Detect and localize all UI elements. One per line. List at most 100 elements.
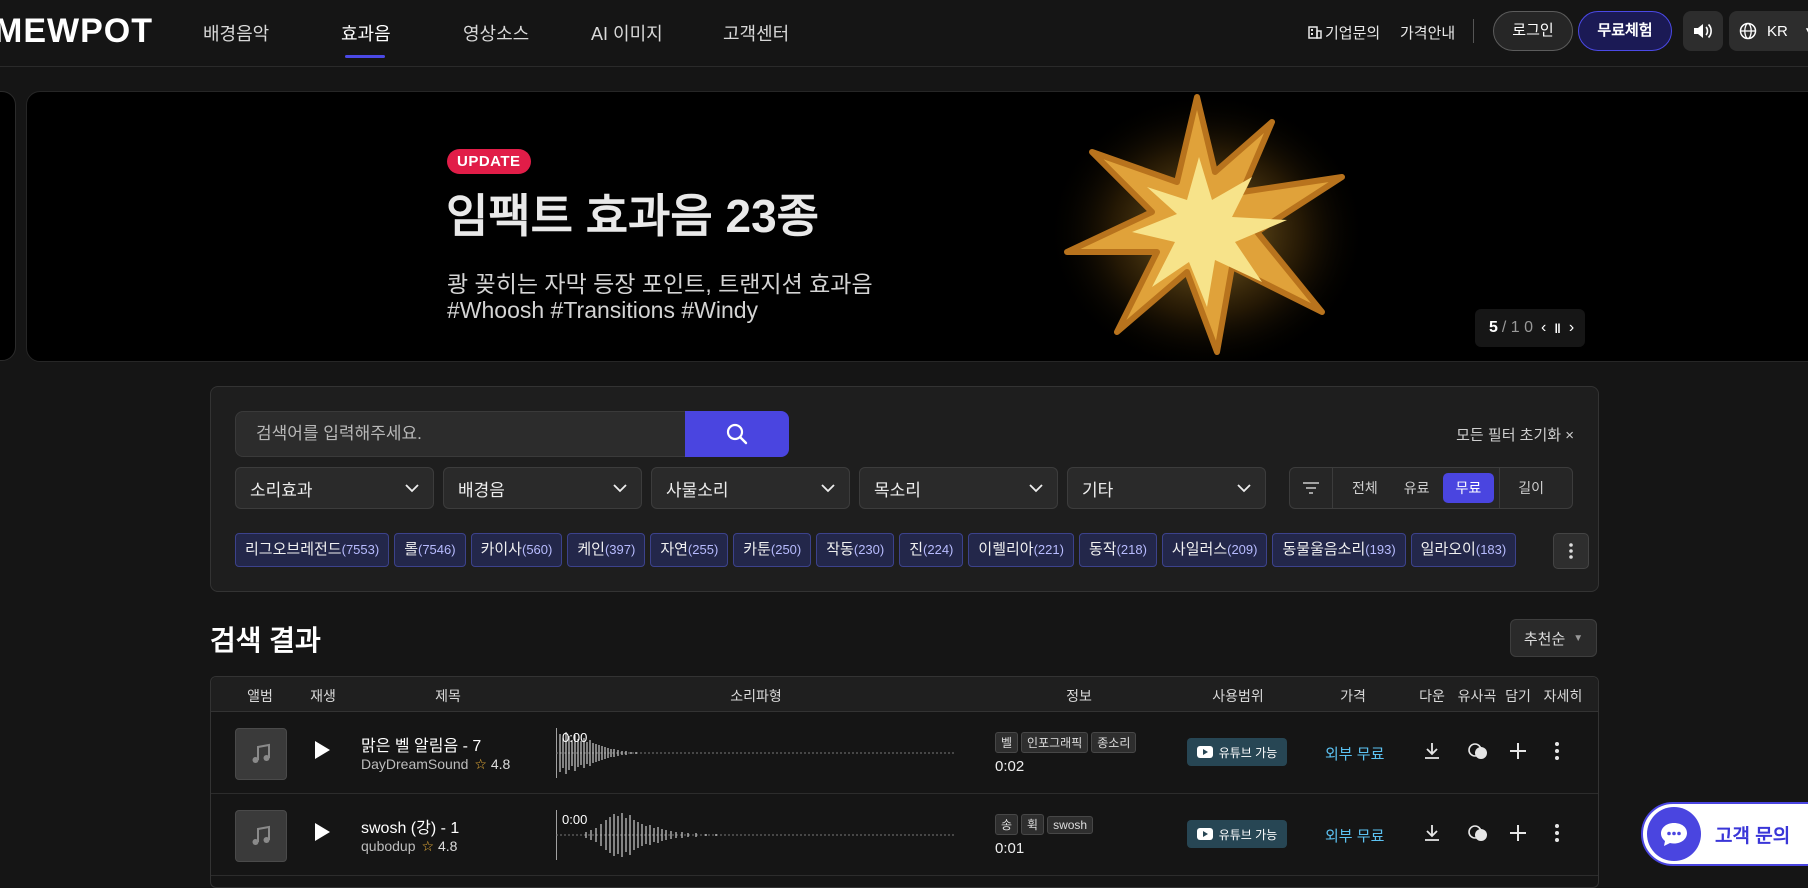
language-select[interactable]: KR ▼ [1729,11,1808,51]
chevron-left-icon[interactable]: ‹ [1541,319,1546,337]
dropdown-sound-effect[interactable]: 소리효과 [235,467,434,509]
chevron-down-icon [1237,483,1251,492]
track-title[interactable]: swosh (강) - 1 [361,814,459,838]
track-title[interactable]: 맑은 벨 알림음 - 7 [361,732,481,756]
price-filter-free[interactable]: 무료 [1442,473,1495,503]
chip-label: 일라오이 [1420,541,1476,558]
login-button[interactable]: 로그인 [1493,11,1573,51]
download-icon[interactable] [1422,823,1442,843]
price-filter-all[interactable]: 전체 [1339,473,1391,503]
nav-item-support[interactable]: 고객센터 [723,20,789,46]
play-icon[interactable] [312,821,332,843]
track-tag[interactable]: 휙 [1021,814,1045,835]
logo[interactable]: MEWPOT [0,12,153,51]
album-thumbnail[interactable] [235,728,287,780]
reset-filters-button[interactable]: 모든 필터 초기화 × [1456,424,1574,445]
add-icon[interactable] [1508,823,1528,843]
price-filter-group: 전체 유료 무료 길이 [1289,467,1573,509]
col-play: 재생 [310,688,336,704]
tag-chip[interactable]: 카툰(250) [733,533,812,567]
pause-icon[interactable]: ‖ [1554,321,1560,336]
banner-total: / 1 0 [1501,319,1534,336]
tag-chip[interactable]: 리그오브레전드(7553) [235,533,390,567]
language-label: KR [1767,22,1788,40]
similar-icon[interactable] [1467,823,1489,843]
banner-prev-slide[interactable] [0,91,16,361]
table-header: 앨범 재생 제목 소리파형 정보 사용범위 가격 다운 유사곡 담기 자세히 [211,677,1598,712]
table-row: swosh (강) - 1 qubodup ☆ 4.8 0:00 송 휙 swosh [211,794,1598,876]
chevron-right-icon[interactable]: › [1569,319,1574,337]
music-note-icon [252,825,270,845]
track-tag[interactable]: 종소리 [1091,732,1137,753]
banner-hashtags: #Whoosh #Transitions #Windy [447,297,759,323]
chip-count: (209) [1227,542,1258,557]
dropdown-etc[interactable]: 기타 [1067,467,1266,509]
free-trial-button[interactable]: 무료체험 [1578,11,1672,51]
similar-icon[interactable] [1467,741,1489,761]
col-info: 정보 [1066,688,1092,704]
hero-banner[interactable]: UPDATE 임팩트 효과음 23종 쾅 꽂히는 자막 등장 포인트, 트랜지션… [26,91,1808,362]
tag-chip[interactable]: 일라오이(183) [1410,533,1517,567]
more-tags-button[interactable] [1553,533,1589,569]
tag-chip[interactable]: 동작(218) [1078,533,1157,567]
star-icon: ☆ [474,756,487,772]
tag-chip[interactable]: 이렐리아(221) [968,533,1074,567]
play-icon[interactable] [312,739,332,761]
building-icon [1308,26,1322,39]
pricing-link[interactable]: 가격안내 [1400,22,1455,43]
sort-select[interactable]: 추천순 ▼ [1510,619,1597,657]
divider [1473,19,1474,43]
search-input[interactable] [235,411,685,457]
tag-chip[interactable]: 케인(397) [567,533,646,567]
tag-chips: 리그오브레전드(7553) 롤(7546) 카이사(560) 케인(397) 자연(25… [235,533,1525,567]
more-vertical-icon [1569,543,1573,559]
nav-item-sfx[interactable]: 효과음 [341,20,391,46]
search-button[interactable] [685,411,789,457]
tag-chip[interactable]: 작동(230) [816,533,895,567]
nav-item-bgm[interactable]: 배경음악 [203,20,269,46]
track-tag[interactable]: 벨 [995,732,1019,753]
chevron-down-icon [405,483,419,492]
col-detail: 자세히 [1543,688,1583,704]
track-tag[interactable]: 인포그래픽 [1021,732,1089,753]
enterprise-link[interactable]: 기업문의 [1308,22,1380,43]
caret-down-icon: ▼ [1573,632,1584,644]
chip-label: 이렐리아 [978,541,1034,558]
tag-chip[interactable]: 진(224) [899,533,964,567]
chat-bubble-icon [1647,807,1701,861]
dropdown-voice[interactable]: 목소리 [859,467,1058,509]
chip-count: (7546) [418,542,456,557]
customer-chat-button[interactable]: 고객 문의 [1641,802,1808,866]
dropdown-label: 배경음 [458,480,505,500]
sound-toggle-button[interactable] [1683,11,1723,51]
track-author[interactable]: DayDreamSound [361,756,468,772]
more-vertical-icon[interactable] [1554,741,1560,761]
track-tag[interactable]: 송 [995,814,1019,835]
waveform[interactable] [556,810,956,860]
length-filter[interactable]: 길이 [1499,468,1562,508]
dropdown-ambience[interactable]: 배경음 [443,467,642,509]
tag-chip[interactable]: 롤(7546) [394,533,466,567]
more-vertical-icon[interactable] [1554,823,1560,843]
top-nav: MEWPOT 배경음악 효과음 영상소스 AI 이미지 고객센터 기업문의 가격… [0,0,1808,67]
tag-chip[interactable]: 카이사(560) [470,533,563,567]
tag-chip[interactable]: 사일러스(209) [1161,533,1268,567]
nav-item-video[interactable]: 영상소스 [463,20,529,46]
add-icon[interactable] [1508,741,1528,761]
filter-button[interactable] [1290,468,1333,508]
active-nav-indicator [345,55,385,58]
track-tag[interactable]: swosh [1047,816,1094,834]
download-icon[interactable] [1422,741,1442,761]
table-row: 맑은 벨 알림음 - 7 DayDreamSound ☆ 4.8 0:00 벨 인포… [211,712,1598,794]
waveform[interactable] [556,728,956,778]
price-filter-paid[interactable]: 유료 [1391,473,1443,503]
dropdown-object-sound[interactable]: 사물소리 [651,467,850,509]
nav-item-ai-image[interactable]: AI 이미지 [591,20,663,46]
search-panel: 모든 필터 초기화 × 소리효과 배경음 사물소리 목소리 기타 전체 유료 무… [210,386,1599,592]
album-thumbnail[interactable] [235,810,287,862]
tag-chip[interactable]: 동물울음소리(193) [1272,533,1406,567]
usage-badge: 유튜브 가능 [1187,738,1287,766]
track-author[interactable]: qubodup [361,838,416,854]
col-similar: 유사곡 [1457,688,1497,704]
tag-chip[interactable]: 자연(255) [650,533,729,567]
